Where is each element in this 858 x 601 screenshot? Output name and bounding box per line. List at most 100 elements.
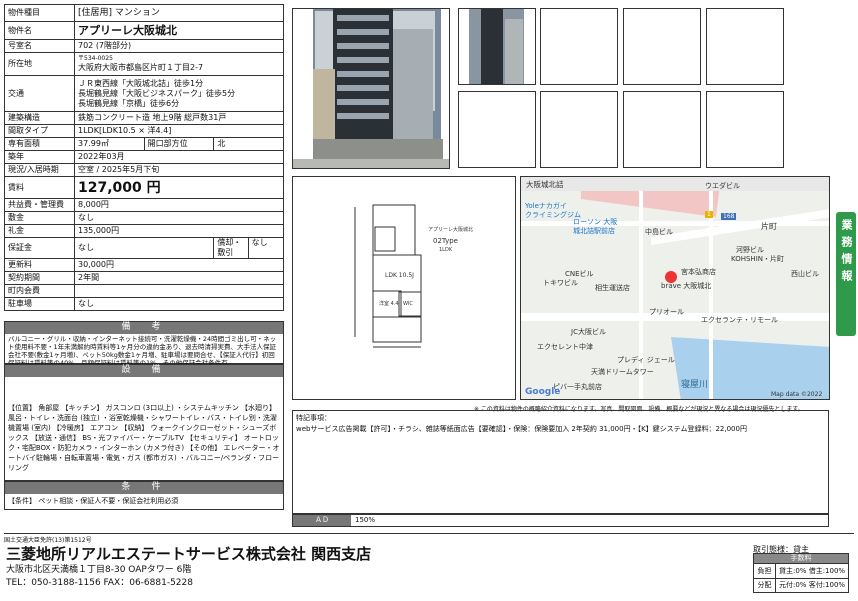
thumbnail[interactable] — [706, 8, 784, 85]
value-guarantee: なし — [73, 237, 215, 259]
remarks-section: 備 考 バルコニー・グリル・収納・インターネット接続可・洗濯乾燥機・24時間ゴミ… — [4, 321, 284, 367]
location-map[interactable]: 大阪城北詰 ウエダビル Yoleナカガイ クライミングジム ローソン 大阪 城北… — [520, 176, 830, 400]
plan-type: 02Type — [433, 237, 458, 245]
map-label: プレディ ジェール — [617, 356, 675, 364]
special-notes: 特記事項： webサービス広告掲載【許可】・チラシ、雑誌等紙面広告【要確認】・保… — [292, 410, 829, 514]
route-badge: 1 — [705, 211, 713, 218]
value-parking: なし — [74, 297, 284, 311]
map-label: 相生運送店 — [595, 284, 630, 292]
thumbnail[interactable] — [540, 8, 618, 85]
value-area: 37.99㎡ — [74, 137, 145, 151]
wic-label: WIC — [403, 301, 413, 307]
thumbnail[interactable] — [623, 91, 701, 168]
ad-row: ＡＤ 150% — [292, 514, 829, 527]
company-tel: TEL：050-3188-1156 FAX：06-6881-5228 — [6, 578, 193, 588]
property-table: 物件種目 [住居用] マンション 物件名 アプリーレ大阪城北 号室名 702 (7階部… — [4, 4, 284, 311]
rent-value: 127,000 円 — [74, 176, 284, 199]
label-structure: 建築構造 — [4, 111, 75, 125]
thumbnail-image — [459, 9, 535, 84]
plan-property-name: アプリーレ大阪城北 — [428, 226, 473, 233]
fee-heading: 手数料 — [754, 554, 848, 563]
thumbnail[interactable] — [706, 91, 784, 168]
value-type: [住居用] マンション — [74, 4, 284, 22]
map-attribution: Map data ©2022 — [771, 391, 823, 398]
value-contract: 2年間 — [74, 271, 284, 285]
thumbnail[interactable] — [540, 91, 618, 168]
label-area: 専有面積 — [4, 137, 75, 151]
map-label: 片町 — [761, 222, 777, 231]
company-address: 大阪市北区天満橋１丁目8-30 OAPタワー 6階 — [6, 565, 192, 575]
map-label: 城北詰駅前店 — [573, 227, 615, 235]
facilities-body: 【位置】 角部屋 【キッチン】 ガスコンロ (3口以上) ・システムキッチン 【… — [8, 404, 280, 472]
building-image — [293, 9, 449, 168]
label-address: 所在地 — [4, 52, 75, 76]
map-label: エクセランテ・リモール — [701, 316, 778, 324]
label-access: 交通 — [4, 75, 75, 112]
remarks-heading: 備 考 — [5, 322, 283, 334]
special-notes-label: 特記事項： — [296, 414, 331, 422]
facilities-heading: 設 備 — [5, 365, 283, 377]
map-label: 天満ドリームタワー — [591, 368, 654, 376]
floor-plan: LDK 10.5J 洋室 4.4J WIC アプリーレ大阪城北 02Type 1… — [292, 176, 516, 400]
label-amortization: 償却・敷引 — [215, 238, 249, 258]
label-keymoney: 礼金 — [4, 224, 75, 238]
route-badge: 168 — [721, 213, 737, 220]
map-label: ウエダビル — [705, 182, 740, 190]
plan-layout: 1LDK — [439, 247, 453, 253]
label-guarantee: 保証金 — [4, 237, 75, 259]
conditions-section: 条 件 【条件】 ペット相談・保証人不要・保証会社利用必須 — [4, 481, 284, 510]
value-deposit: なし — [74, 211, 284, 225]
value-direction: 北 — [213, 137, 284, 151]
fee-row-value: 元付:0% 客付:100% — [779, 581, 846, 589]
map-label: KOHSHIN・片町 — [731, 255, 784, 263]
label-name: 物件名 — [4, 21, 75, 40]
map-label: 宮本弘商店 — [681, 268, 716, 276]
google-logo: Google — [525, 387, 561, 397]
fee-row-value: 貸主:0% 借主:100% — [779, 567, 846, 575]
conditions-heading: 条 件 — [5, 482, 283, 494]
address: 大阪府大阪市都島区片町１丁目2-7 — [78, 63, 204, 72]
label-deposit: 敷金 — [4, 211, 75, 225]
thumbnail[interactable] — [458, 91, 536, 168]
thumbnail[interactable] — [623, 8, 701, 85]
floor-plan-drawing: LDK 10.5J 洋室 4.4J WIC アプリーレ大阪城北 02Type 1… — [293, 177, 515, 399]
label-parking: 駐車場 — [4, 297, 75, 311]
map-label: 寝屋川 — [681, 380, 709, 390]
fee-row-label: 負担 — [754, 564, 776, 578]
zip-code: 〒534-0025 — [78, 55, 113, 62]
value-amortization: なし — [251, 238, 268, 248]
map-label: トキワビル — [543, 279, 578, 287]
map-label: JC大阪ビル — [571, 328, 606, 336]
value-built: 2022年03月 — [74, 150, 284, 164]
label-layout: 間取タイプ — [4, 124, 75, 138]
label-town-fee: 町内会費 — [4, 284, 75, 298]
map-label: プリオール — [649, 308, 684, 316]
remarks-body: バルコニー・グリル・収納・インターネット接続可・洗濯乾燥機・24時間ゴミ出し可・… — [8, 335, 277, 367]
thumbnail[interactable] — [458, 8, 536, 85]
value-keymoney: 135,000円 — [74, 224, 284, 238]
footer-divider — [4, 533, 854, 534]
label-direction: 開口部方位 — [143, 137, 215, 151]
map-label: 西山ビル — [791, 270, 819, 278]
fee-row-label: 分配 — [754, 579, 776, 592]
business-info-tab[interactable]: 業務情報 — [836, 212, 856, 336]
fee-table: 手数料 負担 貸主:0% 借主:100% 分配 元付:0% 客付:100% — [753, 553, 849, 593]
value-room: 702 (7階部分) — [74, 39, 284, 53]
ad-value: 150% — [355, 516, 376, 524]
company-name: 三菱地所リアルエステートサービス株式会社 関西支店 — [6, 545, 372, 563]
special-notes-body: webサービス広告掲載【許可】・チラシ、雑誌等紙面広告【要確認】・保険：保険要加… — [296, 425, 747, 433]
access-line: 長堀鶴見線「大阪ビジネスパーク」徒歩5分 — [78, 88, 236, 98]
conditions-body: 【条件】 ペット相談・保証人不要・保証会社利用必須 — [8, 497, 179, 505]
label-type: 物件種目 — [4, 4, 75, 22]
label-built: 築年 — [4, 150, 75, 164]
value-structure: 鉄筋コンクリート造 地上9階 総戸数31戸 — [74, 111, 284, 125]
value-mgmt: 8,000円 — [74, 198, 284, 212]
label-room: 号室名 — [4, 39, 75, 53]
value-status: 空室 / 2025年5月下旬 — [74, 163, 284, 177]
map-label: brave 大阪城北 — [661, 282, 712, 290]
map-label: 大阪城北詰 — [526, 180, 564, 189]
map-label: 中島ビル — [645, 228, 673, 236]
property-name: アプリーレ大阪城北 — [74, 21, 284, 40]
label-renewal: 更新料 — [4, 258, 75, 272]
label-rent: 賃料 — [4, 176, 75, 199]
